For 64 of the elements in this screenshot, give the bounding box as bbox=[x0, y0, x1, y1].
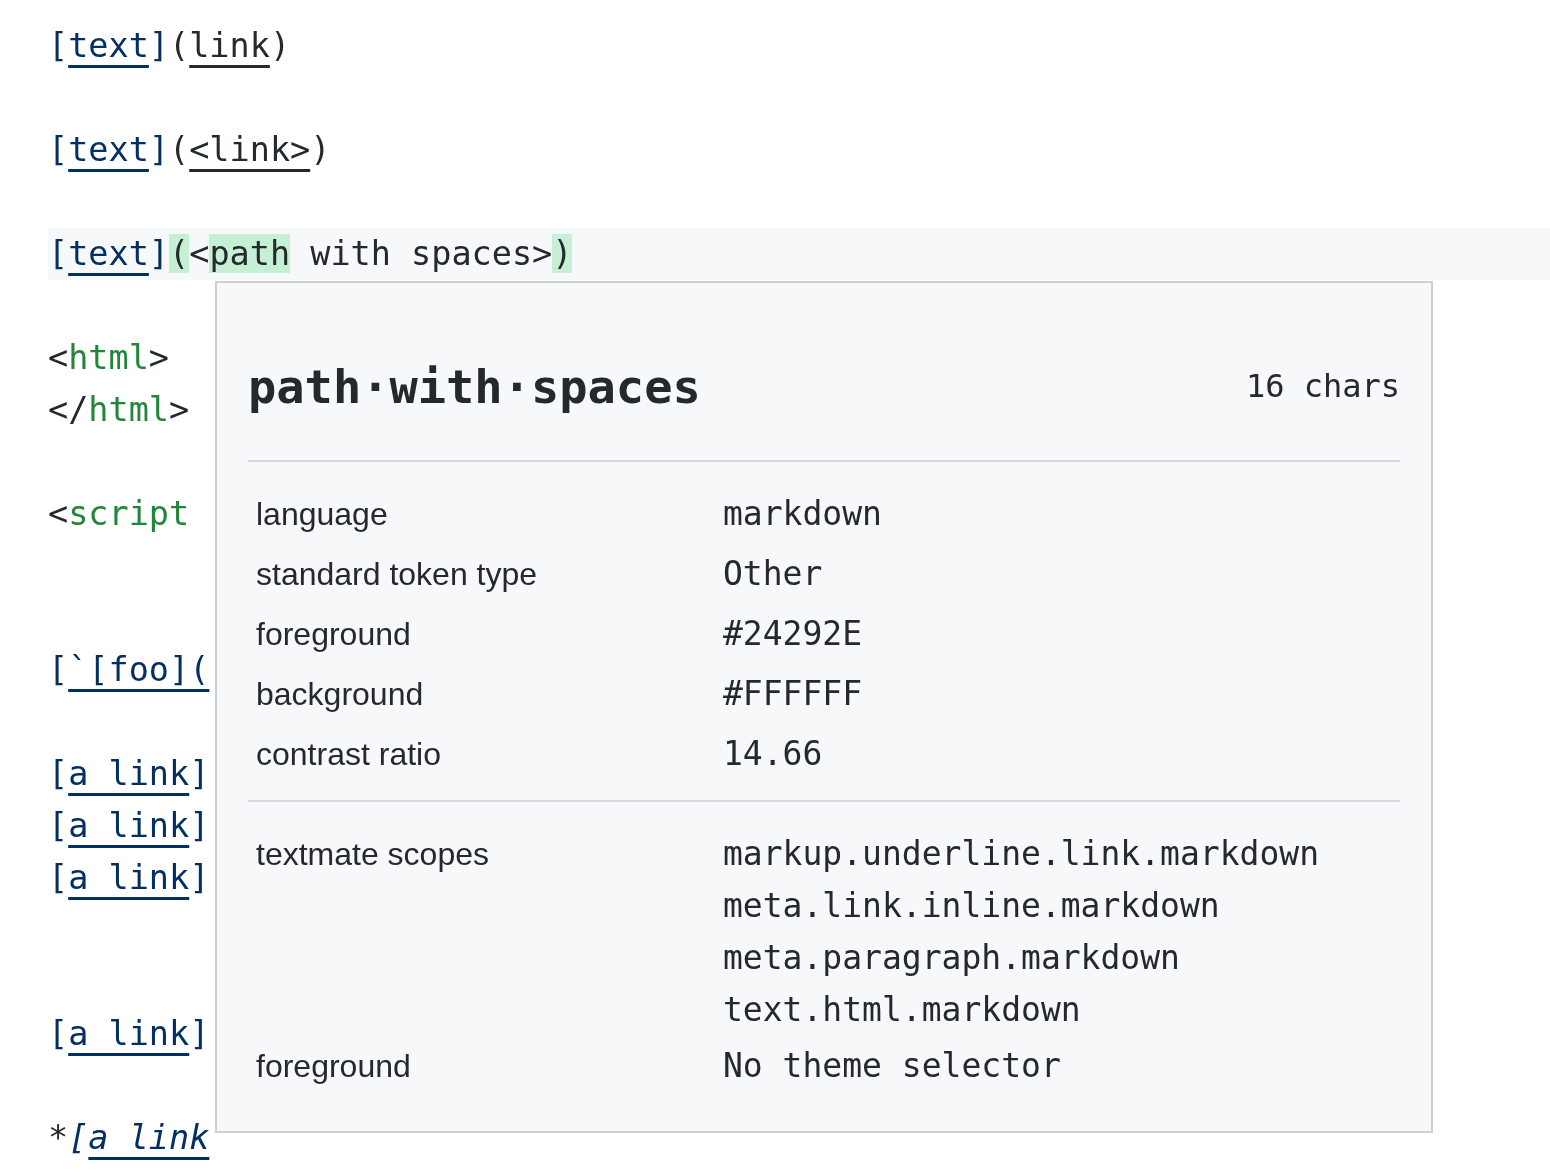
code-punctuation: < bbox=[48, 494, 69, 533]
link-bracket: ] bbox=[189, 806, 210, 845]
code-punctuation: </ bbox=[48, 390, 89, 429]
code-punctuation: ( bbox=[169, 26, 190, 65]
property-value: #24292E bbox=[723, 613, 863, 655]
property-label: background bbox=[255, 675, 425, 714]
code-punctuation: < bbox=[48, 338, 69, 377]
link-bracket: [ bbox=[48, 650, 69, 689]
scope-value: No theme selector bbox=[723, 1045, 1061, 1087]
link-bracket: [ bbox=[48, 754, 69, 793]
property-value: markdown bbox=[723, 493, 882, 535]
link-text: `[foo]( bbox=[68, 650, 210, 689]
code-punctuation: < bbox=[189, 234, 210, 273]
link-bracket: [ bbox=[68, 1118, 89, 1157]
link-text: text bbox=[68, 130, 149, 169]
link-text: a link bbox=[68, 806, 190, 845]
property-value: #FFFFFF bbox=[723, 673, 863, 715]
link-bracket: ] bbox=[148, 26, 170, 65]
property-label: foreground bbox=[255, 1047, 412, 1086]
tag-name: html bbox=[88, 390, 170, 429]
scope-value: meta.paragraph.markdown bbox=[723, 937, 1181, 979]
code-punctuation: * bbox=[48, 1118, 69, 1157]
link-text: a link bbox=[68, 1014, 190, 1053]
scope-value: markup.underline.link.markdown bbox=[723, 833, 1320, 875]
link-bracket: ] bbox=[189, 754, 210, 793]
link-text: a link bbox=[68, 754, 190, 793]
property-label: standard token type bbox=[255, 555, 539, 594]
link-text: text bbox=[68, 26, 149, 65]
token-text: path·with·spaces bbox=[248, 358, 701, 414]
property-label: foreground bbox=[255, 615, 412, 654]
link-bracket: ] bbox=[148, 234, 170, 273]
link-bracket: [ bbox=[48, 1014, 69, 1053]
scope-value: meta.link.inline.markdown bbox=[723, 885, 1221, 927]
code-punctuation: ) bbox=[310, 130, 331, 169]
tag-name: script bbox=[68, 494, 190, 533]
code-punctuation: ) bbox=[269, 26, 291, 65]
matched-text: ) bbox=[552, 234, 573, 273]
code-punctuation: with spaces> bbox=[309, 234, 553, 273]
property-label: contrast ratio bbox=[255, 735, 442, 774]
scope-value: text.html.markdown bbox=[723, 989, 1082, 1031]
link-url: <link> bbox=[189, 130, 311, 169]
property-value: 14.66 bbox=[723, 733, 823, 775]
link-bracket: ] bbox=[148, 130, 170, 169]
property-value: Other bbox=[723, 553, 823, 595]
link-bracket: [ bbox=[48, 234, 69, 273]
property-label: textmate scopes bbox=[255, 835, 490, 874]
tag-name: html bbox=[68, 338, 149, 377]
code-punctuation: > bbox=[169, 390, 190, 429]
link-url: link bbox=[189, 26, 270, 65]
link-bracket: [ bbox=[48, 806, 69, 845]
link-bracket: ] bbox=[189, 1014, 210, 1053]
char-count: 16 chars bbox=[1245, 365, 1400, 405]
link-bracket: [ bbox=[48, 130, 69, 169]
link-text: a link bbox=[68, 858, 190, 897]
link-text: a link bbox=[88, 1118, 210, 1157]
code-punctuation: > bbox=[148, 338, 170, 377]
link-bracket: [ bbox=[48, 26, 69, 65]
link-bracket: ] bbox=[189, 858, 210, 897]
link-text: text bbox=[68, 234, 149, 273]
matched-text: path bbox=[209, 234, 291, 273]
property-label: language bbox=[255, 495, 389, 534]
link-bracket: [ bbox=[48, 858, 69, 897]
code-punctuation: ( bbox=[169, 130, 190, 169]
matched-text: ( bbox=[169, 234, 190, 273]
